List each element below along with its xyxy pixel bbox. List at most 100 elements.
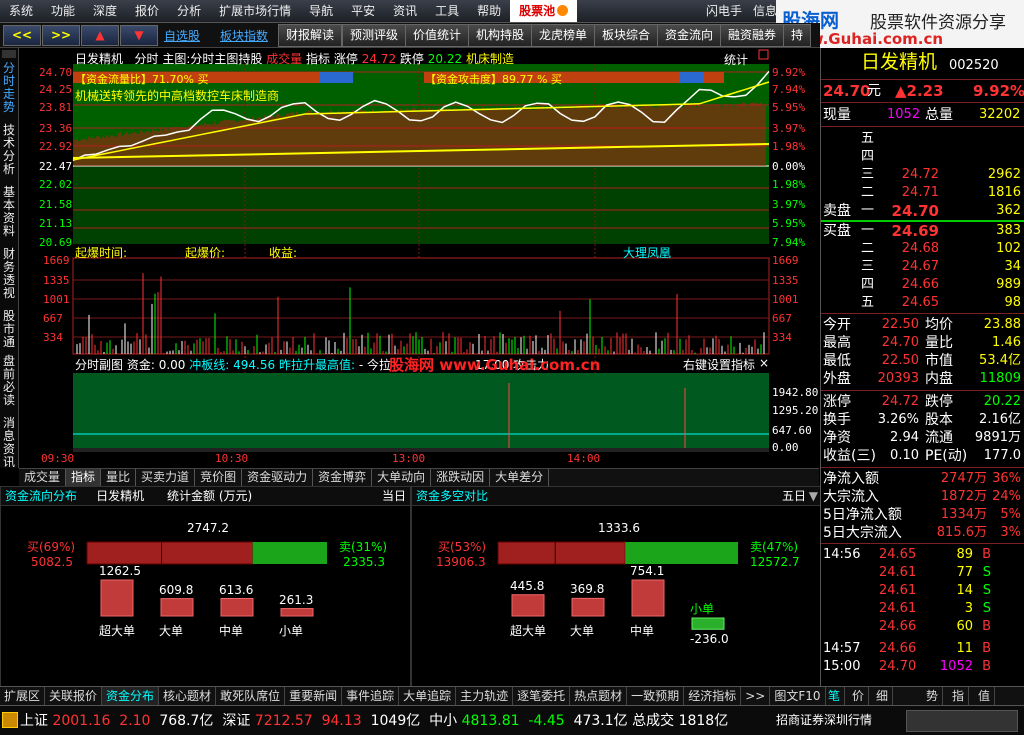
status-logo-icon[interactable] (2, 712, 18, 728)
menu-flash-trade[interactable]: 闪电手 (697, 0, 751, 22)
tab-capital-game[interactable]: 资金博弈 (313, 469, 373, 486)
zx-value: 4813.81 (461, 713, 520, 729)
btab-tick-orders[interactable]: 逐笔委托 (513, 687, 571, 705)
main-indicator[interactable]: 主图:分时主图持股 (162, 52, 262, 66)
rtab-tick[interactable]: 笔 (824, 687, 846, 705)
vol-label[interactable]: 成交量 (266, 52, 302, 66)
left-tab-premarket[interactable]: 盘前必读 (2, 355, 16, 417)
subchart-title[interactable]: 分时副图 (75, 358, 123, 372)
flow-column (220, 598, 254, 617)
tab-vol-ratio[interactable]: 量比 (101, 469, 137, 486)
link-sector-index[interactable]: 板块指数 (220, 27, 268, 44)
left-tab-news[interactable]: 消息资讯 (2, 417, 16, 469)
menu-analysis[interactable]: 分析 (168, 0, 210, 22)
back-button[interactable]: << (3, 25, 41, 46)
stat-value: 1.46 (992, 335, 1021, 350)
rtab-trend[interactable]: 势 (922, 687, 944, 705)
vol-tick-r: 1001 (772, 293, 799, 306)
tick-price: 24.66 (879, 641, 917, 656)
menu-tools[interactable]: 工具 (426, 0, 468, 22)
chart-canvas (72, 49, 770, 452)
btn-margin[interactable]: 融资融券 (720, 24, 785, 47)
tab-big-order-diff[interactable]: 大单差分 (490, 469, 550, 486)
tab-capital-drive[interactable]: 资金驱动力 (242, 469, 314, 486)
left-tab-basic[interactable]: 基本资料 (2, 186, 16, 248)
left-scroll-up-icon[interactable] (2, 50, 16, 58)
btab-related[interactable]: 关联报价 (45, 687, 103, 705)
bid-row: 二 24.68 102 (821, 240, 1024, 258)
left-tab-finance[interactable]: 财务透视 (2, 248, 16, 310)
time-tick: 09:30 (41, 452, 75, 465)
menu-stock-pool[interactable]: 股票池 (510, 0, 578, 22)
rtab-detail[interactable]: 细 (872, 687, 894, 705)
up-button[interactable]: ▲ (81, 25, 119, 46)
forward-button[interactable]: >> (42, 25, 80, 46)
btn-more[interactable]: 持 (783, 24, 812, 47)
price-tick: 24.25 (39, 83, 73, 96)
btab-capital[interactable]: 资金分布 (102, 687, 160, 705)
menu-function[interactable]: 功能 (42, 0, 84, 22)
tab-updown-cause[interactable]: 涨跌动因 (431, 469, 491, 486)
menu-news[interactable]: 资讯 (384, 0, 426, 22)
btab-theme[interactable]: 核心题材 (159, 687, 217, 705)
btab-more[interactable]: >> (741, 687, 771, 705)
sh-label[interactable]: 上证 (20, 713, 48, 729)
price-tick: 24.70 (39, 66, 73, 79)
btab-dare-team[interactable]: 敢死队席位 (216, 687, 286, 705)
menu-depth[interactable]: 深度 (84, 0, 126, 22)
menu-system[interactable]: 系统 (0, 0, 42, 22)
left-tab-gushitong[interactable]: 股市通 (2, 310, 16, 355)
btab-main-track[interactable]: 主力轨迹 (456, 687, 514, 705)
tick-volume: 77 (956, 565, 973, 580)
flow-column-label: 中单 (219, 624, 244, 638)
btn-rating[interactable]: 预测评级 (342, 24, 407, 47)
menu-quote[interactable]: 报价 (126, 0, 168, 22)
capital-flow-period[interactable]: 当日 (382, 487, 406, 505)
menu-pingan[interactable]: 平安 (342, 0, 384, 22)
menu-nav[interactable]: 导航 (300, 0, 342, 22)
long-short-period[interactable]: 五日 (782, 487, 806, 505)
capital-flow-title[interactable]: 资金流向分布 (5, 489, 77, 503)
left-tab-intraday[interactable]: 分时走势 (2, 62, 16, 124)
ask-title: 卖盘 (823, 203, 851, 219)
left-tab-technical[interactable]: 技术分析 (2, 124, 16, 186)
long-short-title[interactable]: 资金多空对比 (416, 489, 488, 503)
right-click-indicator[interactable]: 右键设置指标 (683, 356, 755, 373)
btn-value-stats[interactable]: 价值统计 (405, 24, 470, 47)
tab-indicator[interactable]: 指标 (66, 469, 102, 486)
btn-dragon-tiger[interactable]: 龙虎榜单 (531, 24, 596, 47)
btn-inst-holding[interactable]: 机构持股 (468, 24, 533, 47)
stats-button[interactable]: 统计 (724, 51, 748, 68)
btab-consensus[interactable]: 一致预期 (627, 687, 685, 705)
btab-events[interactable]: 事件追踪 (342, 687, 400, 705)
btab-news[interactable]: 重要新闻 (285, 687, 343, 705)
tab-auction[interactable]: 竞价图 (195, 469, 243, 486)
btab-big-orders[interactable]: 大单追踪 (399, 687, 457, 705)
tab-big-order[interactable]: 大单动向 (372, 469, 432, 486)
tab-buy-sell-force[interactable]: 买卖力道 (136, 469, 196, 486)
system-tray[interactable] (906, 710, 1018, 732)
rtab-index[interactable]: 指 (948, 687, 970, 705)
rtab-value[interactable]: 值 (974, 687, 996, 705)
rtab-price[interactable]: 价 (848, 687, 870, 705)
zx-label[interactable]: 中小 (429, 713, 457, 729)
btn-report-interpret[interactable]: 财报解读 (278, 24, 343, 47)
sz-label[interactable]: 深证 (222, 713, 250, 729)
btab-f10[interactable]: 图文F10 (770, 687, 826, 705)
intraday-chart[interactable]: 日发精机 分时 主图:分时主图持股 成交量 指标 涨停 24.72 跌停 20.… (19, 48, 819, 468)
btn-sector-overall[interactable]: 板块综合 (594, 24, 659, 47)
subchart-close-icon[interactable]: × (759, 356, 769, 370)
btab-economy[interactable]: 经济指标 (684, 687, 742, 705)
menu-ext-market[interactable]: 扩展市场行情 (210, 0, 300, 22)
down-button[interactable]: ▼ (120, 25, 158, 46)
tab-intraday[interactable]: 分时 (134, 52, 158, 66)
btab-hot-topic[interactable]: 热点题材 (570, 687, 628, 705)
menu-help[interactable]: 帮助 (468, 0, 510, 22)
link-favorites[interactable]: 自选股 (164, 27, 200, 44)
dropdown-icon[interactable]: ▼ (809, 487, 818, 505)
tick-price: 24.66 (879, 619, 917, 634)
btn-capital-flow[interactable]: 资金流向 (657, 24, 722, 47)
btab-ext[interactable]: 扩展区 (0, 687, 46, 705)
tab-volume[interactable]: 成交量 (19, 469, 67, 486)
indicator-label[interactable]: 指标 (306, 52, 330, 66)
